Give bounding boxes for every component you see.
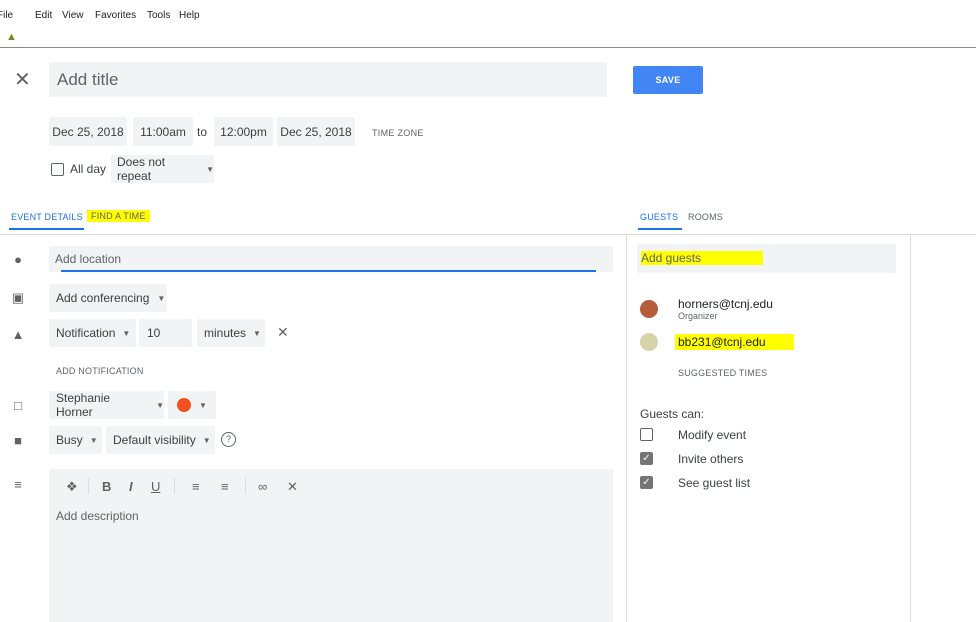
- repeat-dropdown[interactable]: Does not repeat ▼: [111, 155, 214, 183]
- add-favorite-icon[interactable]: ▲: [6, 31, 17, 43]
- description-placeholder: Add description: [56, 509, 139, 523]
- end-date-field[interactable]: Dec 25, 2018: [277, 117, 355, 146]
- menu-view[interactable]: View: [62, 10, 84, 21]
- menu-favorites[interactable]: Favorites: [95, 10, 136, 21]
- tab-rooms[interactable]: ROOMS: [688, 212, 723, 222]
- calendar-icon: □: [14, 398, 22, 413]
- active-tab-indicator: [9, 228, 84, 230]
- clear-formatting-icon[interactable]: ✕: [287, 479, 298, 495]
- guests-can-label: Guests can:: [640, 407, 705, 421]
- add-notification-button[interactable]: ADD NOTIFICATION: [56, 366, 144, 376]
- briefcase-icon: ■: [14, 433, 22, 448]
- guest-email[interactable]: horners@tcnj.edu: [678, 297, 773, 311]
- menu-tools[interactable]: Tools: [147, 10, 170, 21]
- add-guests-placeholder: Add guests: [641, 251, 764, 265]
- description-lines-icon: ≡: [14, 477, 22, 492]
- organizer-avatar: [640, 300, 658, 318]
- guest-role: Organizer: [678, 311, 718, 321]
- toolbar-divider: [245, 478, 246, 494]
- italic-icon[interactable]: I: [129, 479, 133, 494]
- start-time-field[interactable]: 11:00am: [133, 117, 193, 146]
- title-placeholder: Add title: [57, 70, 119, 89]
- menu-file[interactable]: File: [0, 10, 13, 21]
- chevron-down-icon: ▼: [202, 435, 211, 445]
- event-color-dropdown[interactable]: ▼: [168, 391, 216, 419]
- link-icon[interactable]: ∞: [258, 479, 267, 494]
- conferencing-icon: ▣: [11, 290, 25, 305]
- conferencing-dropdown[interactable]: Add conferencing ▼: [49, 284, 167, 312]
- save-button[interactable]: SAVE: [633, 66, 703, 94]
- conferencing-label: Add conferencing: [56, 291, 150, 305]
- guests-tab-indicator: [638, 228, 682, 230]
- title-input[interactable]: Add title: [49, 62, 607, 97]
- notification-type-label: Notification: [56, 326, 116, 340]
- bold-icon[interactable]: B: [102, 479, 111, 494]
- all-day-checkbox[interactable]: [51, 163, 64, 176]
- chevron-down-icon: ▼: [199, 401, 207, 410]
- busy-label: Busy: [56, 433, 83, 447]
- all-day-label: All day: [70, 162, 107, 176]
- help-icon[interactable]: ?: [221, 432, 236, 447]
- numbered-list-icon[interactable]: ≡: [192, 479, 200, 494]
- permission-label: See guest list: [678, 476, 751, 490]
- tab-guests[interactable]: GUESTS: [640, 212, 678, 222]
- suggested-times-button[interactable]: SUGGESTED TIMES: [678, 368, 767, 378]
- see-guest-list-checkbox[interactable]: ✓: [640, 476, 653, 489]
- time-zone-button[interactable]: TIME ZONE: [372, 128, 424, 138]
- notification-type-dropdown[interactable]: Notification ▼: [49, 319, 136, 347]
- calendar-owner-dropdown[interactable]: Stephanie Horner ▼: [49, 391, 164, 419]
- calendar-owner-label: Stephanie Horner: [56, 391, 111, 419]
- color-swatch: [177, 398, 191, 412]
- end-time-field[interactable]: 12:00pm: [214, 117, 273, 146]
- notification-value: 10: [147, 326, 161, 340]
- permission-label: Modify event: [678, 428, 747, 442]
- tab-divider: [0, 234, 626, 235]
- attachment-icon[interactable]: ❖: [66, 479, 78, 495]
- chevron-down-icon: ▼: [156, 400, 164, 410]
- underline-icon[interactable]: U: [151, 479, 160, 494]
- chevron-down-icon: ▼: [157, 293, 166, 303]
- busy-dropdown[interactable]: Busy ▼: [49, 426, 102, 454]
- add-guests-input[interactable]: Add guests: [637, 244, 896, 273]
- chevron-down-icon: ▼: [206, 164, 214, 174]
- permission-label: Invite others: [678, 452, 744, 466]
- to-label: to: [197, 125, 208, 139]
- location-input[interactable]: Add location: [49, 246, 613, 272]
- close-icon[interactable]: ✕: [14, 67, 31, 92]
- tab-event-details[interactable]: EVENT DETAILS: [11, 212, 83, 222]
- notification-value-input[interactable]: 10: [139, 319, 192, 347]
- tab-find-a-time[interactable]: FIND A TIME: [87, 210, 150, 222]
- invite-others-checkbox[interactable]: ✓: [640, 452, 653, 465]
- description-editor[interactable]: Add description: [49, 469, 613, 622]
- start-date-field[interactable]: Dec 25, 2018: [49, 117, 127, 146]
- notification-unit-label: minutes: [204, 326, 247, 340]
- location-placeholder: Add location: [55, 252, 122, 266]
- menu-edit[interactable]: Edit: [35, 10, 52, 21]
- guest-email[interactable]: bb231@tcnj.edu: [675, 334, 794, 350]
- visibility-dropdown[interactable]: Default visibility ▼: [106, 426, 215, 454]
- guests-panel: [626, 235, 911, 622]
- toolbar-divider: [174, 478, 175, 494]
- notification-bell-icon: ▲: [11, 327, 25, 342]
- chevron-down-icon: ▼: [253, 328, 261, 338]
- remove-notification-icon[interactable]: ✕: [277, 324, 289, 341]
- bulleted-list-icon[interactable]: ≡: [221, 479, 229, 494]
- visibility-label: Default visibility: [113, 433, 196, 447]
- modify-event-checkbox[interactable]: [640, 428, 653, 441]
- menu-bar: File Edit View Favorites Tools Help ▲: [0, 0, 976, 48]
- notification-unit-dropdown[interactable]: minutes ▼: [197, 319, 265, 347]
- toolbar-divider: [88, 478, 89, 494]
- guest-avatar: [640, 333, 658, 351]
- repeat-label: Does not repeat: [117, 155, 166, 183]
- chevron-down-icon: ▼: [122, 328, 131, 338]
- menu-help[interactable]: Help: [179, 10, 200, 21]
- location-focus-underline: [61, 270, 596, 272]
- chevron-down-icon: ▼: [89, 435, 98, 445]
- location-pin-icon: ●: [14, 252, 22, 267]
